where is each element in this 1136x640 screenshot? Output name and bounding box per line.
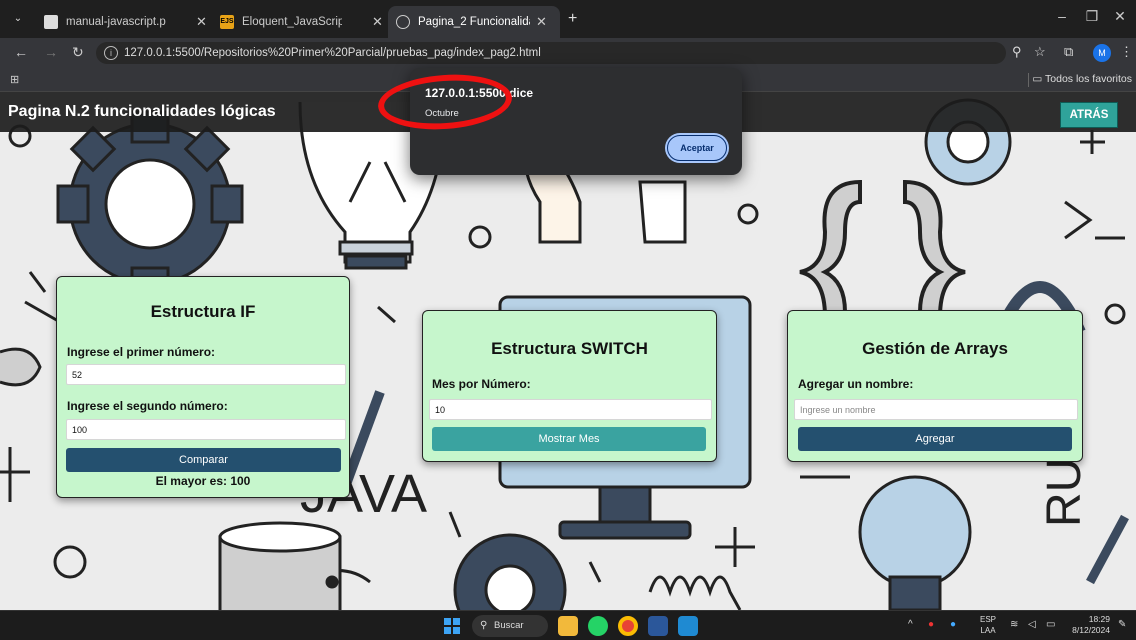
folder-icon: ▭ (1032, 73, 1046, 85)
tab-close-icon[interactable]: ✕ (536, 14, 547, 30)
tray-cloud-icon[interactable]: ● (950, 619, 956, 630)
svg-text:RU: RU (1038, 458, 1091, 527)
reload-icon[interactable]: ↻ (72, 44, 84, 61)
tab-pagina-2[interactable]: Pagina_2 Funcionalidades Lógic ✕ (388, 6, 560, 38)
tab-close-icon[interactable]: ✕ (372, 14, 383, 30)
wifi-icon[interactable]: ≋ (1010, 619, 1018, 630)
whatsapp-icon[interactable] (588, 616, 608, 636)
tab-close-icon[interactable]: ✕ (196, 14, 207, 30)
tray-app-icon[interactable]: ● (928, 619, 934, 630)
taskbar-clock[interactable]: 18:29 8/12/2024 (1066, 614, 1110, 636)
url-field[interactable]: i 127.0.0.1:5500/Repositorios%20Primer%2… (96, 42, 1006, 64)
tab-eloquent-javascript[interactable]: EJS Eloquent_JavaScript.pdf ✕ (212, 6, 391, 38)
back-button[interactable]: ATRÁS (1060, 102, 1118, 128)
file-explorer-icon[interactable] (558, 616, 578, 636)
menu-kebab-icon[interactable]: ⋮ (1120, 44, 1133, 60)
back-arrow-icon[interactable]: ← (14, 44, 28, 60)
restore-icon[interactable]: ❐ (1082, 8, 1102, 25)
alert-origin: 127.0.0.1:5500 dice (425, 86, 534, 100)
window-close-icon[interactable]: ✕ (1110, 8, 1130, 25)
word-icon[interactable] (648, 616, 668, 636)
profile-avatar[interactable]: M (1093, 44, 1111, 62)
volume-icon[interactable]: ◁ (1028, 619, 1036, 630)
ejs-favicon-icon: EJS (220, 15, 234, 29)
new-tab-icon[interactable]: + (568, 10, 577, 28)
language-indicator[interactable]: ESP LAA (980, 614, 996, 636)
pdf-favicon-icon (44, 15, 58, 29)
address-bar-row: ← → ↻ i 127.0.0.1:5500/Repositorios%20Pr… (0, 38, 1136, 68)
month-number-input[interactable] (429, 399, 712, 420)
compare-result: El mayor es: 100 (155, 474, 251, 488)
arrays-card-title: Gestión de Arrays (862, 339, 1008, 358)
notification-icon[interactable]: ✎ (1118, 619, 1126, 630)
alert-accept-button[interactable]: Aceptar (667, 135, 727, 161)
apps-grid-icon[interactable]: ⊞ (10, 73, 19, 86)
second-number-input[interactable] (66, 419, 346, 440)
windows-start-icon[interactable] (444, 618, 460, 634)
extensions-icon[interactable]: ⧉ (1064, 44, 1073, 60)
alert-dialog: 127.0.0.1:5500 dice Octubre Aceptar (410, 68, 742, 175)
if-card-title: Estructura IF (150, 302, 256, 321)
lightbulb-doodle-bottom (858, 475, 972, 610)
zoom-icon[interactable]: ⚲ (1012, 44, 1022, 60)
second-number-label: Ingrese el segundo número: (67, 399, 228, 413)
chrome-icon[interactable] (618, 616, 638, 636)
windows-taskbar: ⚲ Buscar ^ ● ● ESP LAA ≋ ◁ ▭ 18:29 8/12/… (0, 610, 1136, 640)
switch-card-title: Estructura SWITCH (491, 339, 648, 358)
alert-message: Octubre (425, 108, 459, 119)
forward-arrow-icon[interactable]: → (44, 44, 58, 60)
gear-doodle-bottom (453, 533, 567, 610)
switch-structure-card: Estructura SWITCH Mes por Número: Mostra… (422, 310, 717, 462)
battery-icon[interactable]: ▭ (1046, 619, 1055, 630)
add-name-label: Agregar un nombre: (798, 377, 914, 391)
first-number-input[interactable] (66, 364, 346, 385)
first-number-label: Ingrese el primer número: (67, 345, 216, 359)
tab-manual-javascript[interactable]: manual-javascript.pdf ✕ (36, 6, 215, 38)
tray-chevron-icon[interactable]: ^ (908, 619, 913, 630)
search-icon: ⚲ (480, 620, 488, 631)
site-info-icon[interactable]: i (104, 46, 118, 60)
gear-doodle-left (56, 110, 244, 300)
database-doodle (218, 521, 342, 610)
bookmark-star-icon[interactable]: ☆ (1034, 44, 1046, 60)
taskbar-search[interactable]: ⚲ Buscar (472, 615, 548, 637)
minimize-icon[interactable]: – (1052, 8, 1072, 24)
tab-search-icon[interactable]: ⌄ (8, 10, 28, 28)
name-input[interactable] (794, 399, 1078, 420)
bookmarks-divider (1028, 73, 1029, 87)
compare-button[interactable]: Comparar (66, 448, 341, 472)
show-month-button[interactable]: Mostrar Mes (432, 427, 706, 451)
month-number-label: Mes por Número: (432, 377, 531, 391)
all-bookmarks-folder[interactable]: ▭ Todos los favoritos (1032, 73, 1132, 85)
globe-favicon-icon (396, 15, 410, 29)
browser-tab-bar: ⌄ manual-javascript.pdf ✕ EJS Eloquent_J… (0, 0, 1136, 38)
vscode-icon[interactable] (678, 616, 698, 636)
if-structure-card: Estructura IF Ingrese el primer número: … (56, 276, 350, 498)
arrays-card: Gestión de Arrays Agregar un nombre: Agr… (787, 310, 1083, 462)
page-title: Pagina N.2 funcionalidades lógicas (8, 103, 276, 120)
add-name-button[interactable]: Agregar (798, 427, 1072, 451)
